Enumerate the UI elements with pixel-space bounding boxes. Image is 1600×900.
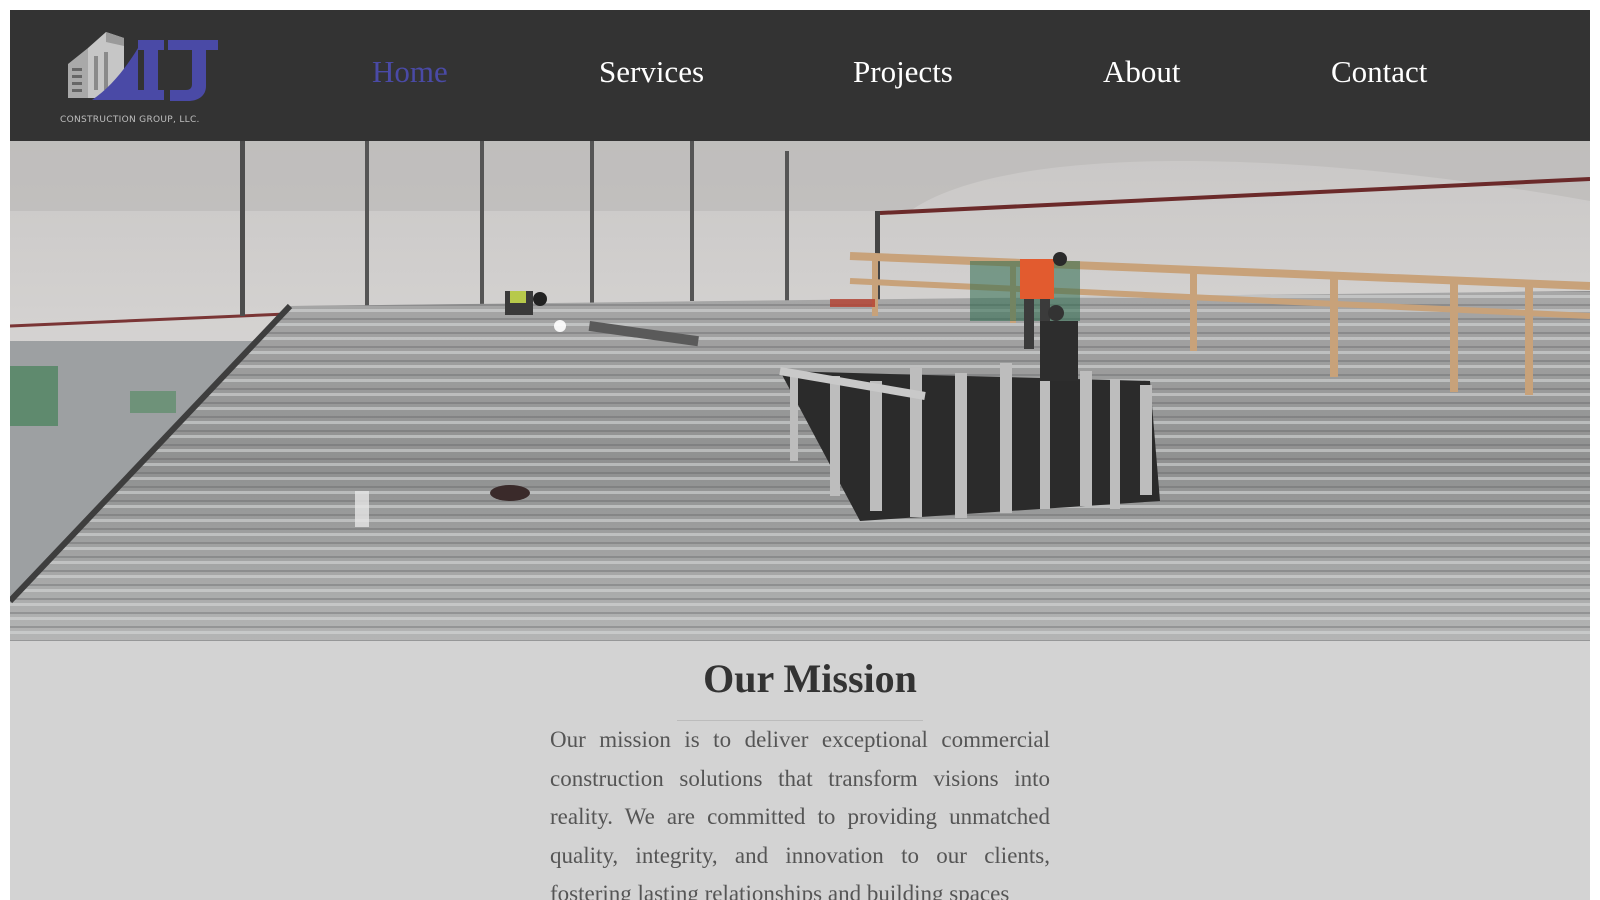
page-frame: CONSTRUCTION GROUP, LLC. Home Services P…	[10, 10, 1590, 900]
hero-photo	[10, 141, 1590, 641]
nav-about[interactable]: About	[1103, 54, 1181, 90]
mission-section: Our Mission Our mission is to deliver ex…	[10, 641, 1590, 900]
nav-services[interactable]: Services	[599, 54, 704, 90]
nav-projects[interactable]: Projects	[853, 54, 953, 90]
nav-home[interactable]: Home	[372, 54, 448, 90]
mission-text: Our mission is to deliver exceptional co…	[550, 727, 1050, 900]
nav-contact[interactable]: Contact	[1331, 54, 1427, 90]
site-header: CONSTRUCTION GROUP, LLC. Home Services P…	[10, 10, 1590, 141]
main-nav: Home Services Projects About Contact	[10, 10, 1590, 141]
hero-image	[10, 141, 1590, 641]
mission-title: Our Mission	[703, 656, 917, 701]
